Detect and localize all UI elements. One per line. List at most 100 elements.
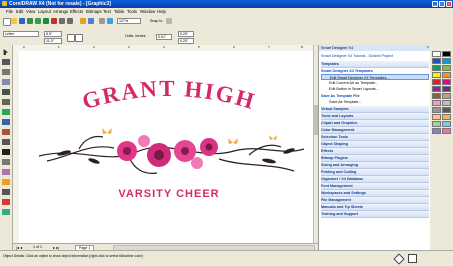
crop-tool-icon[interactable]	[2, 69, 10, 75]
zoom-tool-icon[interactable]	[2, 79, 10, 85]
zoom-level-select[interactable]: 127%	[117, 18, 141, 24]
design-subtitle-text[interactable]: VARSITY CHEER	[118, 188, 219, 200]
color-swatch[interactable]	[432, 107, 441, 113]
redo-icon[interactable]	[67, 18, 73, 24]
fill-tool-icon[interactable]	[2, 199, 10, 205]
open-folder-icon[interactable]	[11, 18, 17, 24]
color-swatch[interactable]	[432, 100, 441, 106]
cut-icon[interactable]	[35, 18, 41, 24]
docker-item-save-as-template[interactable]: Save As Template...	[321, 99, 437, 105]
pick-tool-icon[interactable]	[3, 49, 9, 55]
color-swatch[interactable]	[442, 72, 451, 78]
docker-section-color-management[interactable]: Color Management	[321, 127, 429, 134]
interactive-fill-tool-icon[interactable]	[2, 209, 10, 215]
docker-section-templates[interactable]: Templates	[321, 61, 429, 68]
polygon-tool-icon[interactable]	[2, 129, 10, 135]
docker-section-tools-layouts[interactable]: Tools and Layouts	[321, 113, 429, 120]
paste-icon[interactable]	[51, 18, 57, 24]
docker-section-font-management[interactable]: Font Management	[321, 183, 429, 190]
rectangle-tool-icon[interactable]	[2, 109, 10, 115]
duplicate-distance-x-field[interactable]: 0.25"	[178, 31, 194, 37]
print-icon[interactable]	[27, 18, 33, 24]
menu-layout[interactable]: Layout	[38, 9, 51, 14]
welcome-screen-icon[interactable]	[107, 18, 113, 24]
text-tool-icon[interactable]	[2, 149, 10, 155]
docker-item-edit-button[interactable]: Edit Button in Smart Layouts...	[321, 86, 437, 92]
color-swatch[interactable]	[442, 65, 451, 71]
menu-window[interactable]: Window	[140, 9, 155, 14]
options-icon[interactable]	[166, 18, 172, 24]
minimize-button[interactable]: _	[432, 1, 438, 7]
menu-help[interactable]: Help	[157, 9, 166, 14]
copy-icon[interactable]	[43, 18, 49, 24]
color-swatch[interactable]	[442, 107, 451, 113]
duplicate-distance-y-field[interactable]: 0.25"	[178, 38, 194, 44]
menu-effects[interactable]: Effects	[70, 9, 83, 14]
color-swatch[interactable]	[442, 128, 451, 134]
docker-section-sizing-arranging[interactable]: Sizing and Arranging	[321, 162, 429, 169]
docker-section-effects[interactable]: Effects	[321, 148, 429, 155]
design-artwork[interactable]: GRANT HIGH VARSITY CHEER	[19, 51, 313, 243]
docker-section-training[interactable]: Training and Support	[321, 211, 429, 218]
color-swatch[interactable]	[432, 51, 441, 57]
menu-table[interactable]: Table	[114, 9, 124, 14]
outline-indicator-icon[interactable]	[408, 254, 417, 263]
color-swatch[interactable]	[432, 86, 441, 92]
color-swatch[interactable]	[432, 93, 441, 99]
eyedropper-tool-icon[interactable]	[2, 179, 10, 185]
color-swatch[interactable]	[432, 65, 441, 71]
freehand-tool-icon[interactable]	[2, 89, 10, 95]
color-swatch[interactable]	[432, 58, 441, 64]
new-document-icon[interactable]	[3, 18, 11, 26]
import-icon[interactable]	[80, 18, 86, 24]
color-swatch[interactable]	[432, 128, 441, 134]
color-swatch[interactable]	[442, 79, 451, 85]
docker-section-workspaces[interactable]: Workspaces and Settings	[321, 190, 429, 197]
portrait-icon[interactable]	[67, 34, 75, 42]
page-height-field[interactable]: 11.0"	[44, 38, 62, 44]
menu-tools[interactable]: Tools	[127, 9, 137, 14]
save-icon[interactable]	[19, 18, 25, 24]
blend-tool-icon[interactable]	[2, 169, 10, 175]
export-icon[interactable]	[88, 18, 94, 24]
color-swatch[interactable]	[432, 72, 441, 78]
maximize-button[interactable]: □	[439, 1, 445, 7]
smart-fill-tool-icon[interactable]	[2, 99, 10, 105]
color-swatch[interactable]	[432, 121, 441, 127]
basic-shapes-tool-icon[interactable]	[2, 139, 10, 145]
menu-view[interactable]: View	[26, 9, 35, 14]
menu-bitmaps[interactable]: Bitmaps	[86, 9, 102, 14]
docker-section-virtual-samples[interactable]: Virtual Samples	[321, 106, 429, 113]
color-swatch[interactable]	[442, 114, 451, 120]
docker-section-selection-tools[interactable]: Selection Tools	[321, 134, 429, 141]
color-swatch[interactable]	[442, 100, 451, 106]
application-launcher-icon[interactable]	[99, 18, 105, 24]
design-title-text[interactable]: GRANT HIGH	[79, 76, 258, 114]
floral-vine-graphic[interactable]	[38, 135, 305, 174]
snap-to-dropdown[interactable]: Snap to	[150, 19, 162, 23]
color-swatch[interactable]	[442, 58, 451, 64]
menu-edit[interactable]: Edit	[16, 9, 23, 14]
table-tool-icon[interactable]	[2, 159, 10, 165]
color-swatch[interactable]	[442, 86, 451, 92]
menu-arrange[interactable]: Arrange	[53, 9, 68, 14]
docker-section-manuals[interactable]: Manuals and Tip Sheets	[321, 204, 429, 211]
units-select[interactable]: Units: inches	[125, 34, 146, 38]
menu-file[interactable]: File	[6, 9, 13, 14]
close-button[interactable]: ×	[446, 1, 452, 7]
docker-close-icon[interactable]: ×	[427, 45, 429, 49]
outline-tool-icon[interactable]	[2, 189, 10, 195]
menu-text[interactable]: Text	[103, 9, 111, 14]
color-swatch[interactable]	[432, 114, 441, 120]
color-swatch[interactable]	[442, 121, 451, 127]
docker-section-clipart[interactable]: Clipart and Graphics	[321, 120, 429, 127]
docker-section-file-management[interactable]: File Management	[321, 197, 429, 204]
shape-tool-icon[interactable]	[2, 59, 10, 65]
landscape-icon[interactable]	[75, 34, 83, 42]
undo-icon[interactable]	[59, 18, 65, 24]
nudge-distance-field[interactable]: 0.01"	[156, 34, 172, 40]
ellipse-tool-icon[interactable]	[2, 119, 10, 125]
docker-section-bitmap-plugins[interactable]: Bitmap Plugins	[321, 155, 429, 162]
docker-section-printing-cutting[interactable]: Printing and Cutting	[321, 169, 429, 176]
page-width-field[interactable]: 8.5"	[44, 31, 62, 37]
